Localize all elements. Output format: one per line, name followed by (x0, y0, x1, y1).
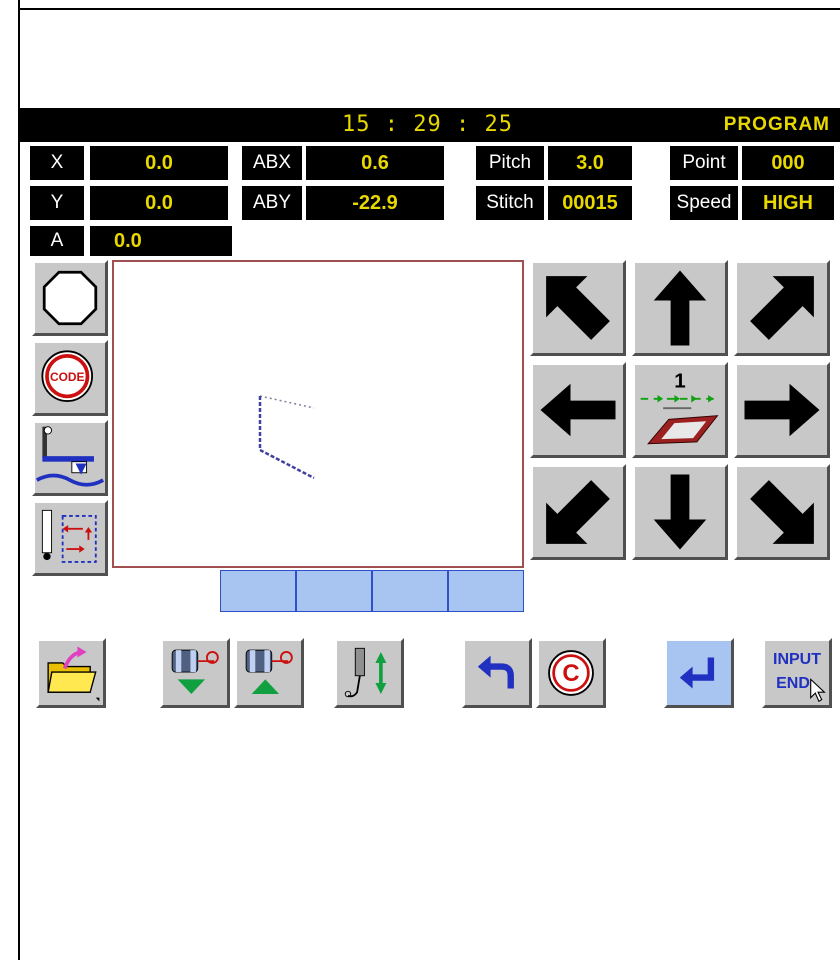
x-label: X (30, 146, 84, 180)
bobbin-up-icon (245, 649, 293, 695)
stitch-label: Stitch (476, 186, 544, 220)
step-feed-icon: 1 (640, 370, 719, 445)
y-value: 0.0 (90, 186, 228, 220)
jog-up-left-button[interactable] (530, 260, 626, 356)
clear-icon-text: C (562, 660, 579, 687)
tab-box-1[interactable] (220, 570, 296, 612)
arrow-up-left-icon (546, 276, 610, 340)
jog-up-right-button[interactable] (734, 260, 830, 356)
jog-down-button[interactable] (632, 464, 728, 560)
clear-icon: C (548, 650, 594, 696)
enter-button[interactable] (664, 638, 734, 708)
undo-icon (477, 655, 514, 689)
open-file-button[interactable] (36, 638, 106, 708)
status-bar: 15 : 29 : 25 PROGRAM (20, 108, 840, 142)
needle-move-icon (41, 509, 97, 563)
point-value: 000 (742, 146, 834, 180)
enter-icon (679, 657, 715, 689)
presser-foot-button[interactable] (32, 420, 108, 496)
code-icon: CODE (41, 350, 94, 402)
abx-label: ABX (242, 146, 302, 180)
presser-foot-icon (35, 426, 105, 487)
bobbin-up-button[interactable] (234, 638, 304, 708)
clear-button[interactable]: C (536, 638, 606, 708)
mouse-cursor-icon (810, 678, 826, 703)
jog-left-button[interactable] (530, 362, 626, 458)
undo-button[interactable] (462, 638, 532, 708)
input-end-button[interactable]: INPUT END (762, 638, 832, 708)
folder-open-icon (47, 646, 100, 702)
bobbin-down-button[interactable] (160, 638, 230, 708)
speed-value: HIGH (742, 186, 834, 220)
tab-box-3[interactable] (372, 570, 448, 612)
point-label: Point (670, 146, 738, 180)
abx-value: 0.6 (306, 146, 444, 180)
pitch-value: 3.0 (548, 146, 632, 180)
stitch-value: 00015 (548, 186, 632, 220)
arrow-right-icon (744, 383, 820, 437)
page-frame-top (18, 8, 840, 10)
jog-up-button[interactable] (632, 260, 728, 356)
arrow-down-left-icon (546, 480, 610, 544)
tab-box-4[interactable] (448, 570, 524, 612)
x-value: 0.0 (90, 146, 228, 180)
shape-button[interactable] (32, 260, 108, 336)
needle-up-down-button[interactable] (334, 638, 404, 708)
octagon-icon (42, 270, 98, 326)
needle-move-button[interactable] (32, 500, 108, 576)
jog-step-button[interactable]: 1 (632, 362, 728, 458)
needle-up-down-icon (344, 647, 387, 698)
aby-label: ABY (242, 186, 302, 220)
speed-label: Speed (670, 186, 738, 220)
code-icon-text: CODE (50, 370, 85, 384)
stitch-path (258, 395, 315, 480)
jog-down-right-button[interactable] (734, 464, 830, 560)
aby-value: -22.9 (306, 186, 444, 220)
step-count: 1 (674, 370, 685, 393)
hmi-screen: 15 : 29 : 25 PROGRAM X 0.0 ABX 0.6 Pitch… (20, 108, 840, 720)
tab-box-2[interactable] (296, 570, 372, 612)
pattern-canvas[interactable] (112, 260, 524, 568)
arrow-up-right-icon (750, 276, 814, 340)
arrow-down-right-icon (750, 480, 814, 544)
arrow-down-icon (653, 474, 707, 550)
clock: 15 : 29 : 25 (342, 112, 513, 137)
jog-down-left-button[interactable] (530, 464, 626, 560)
jog-right-button[interactable] (734, 362, 830, 458)
code-button[interactable]: CODE (32, 340, 108, 416)
a-value: 0.0 (90, 226, 232, 256)
mode-label: PROGRAM (723, 114, 830, 135)
a-label: A (30, 226, 84, 256)
bobbin-down-icon (171, 649, 219, 695)
pitch-label: Pitch (476, 146, 544, 180)
y-label: Y (30, 186, 84, 220)
arrow-left-icon (540, 383, 616, 437)
arrow-up-icon (653, 270, 707, 346)
